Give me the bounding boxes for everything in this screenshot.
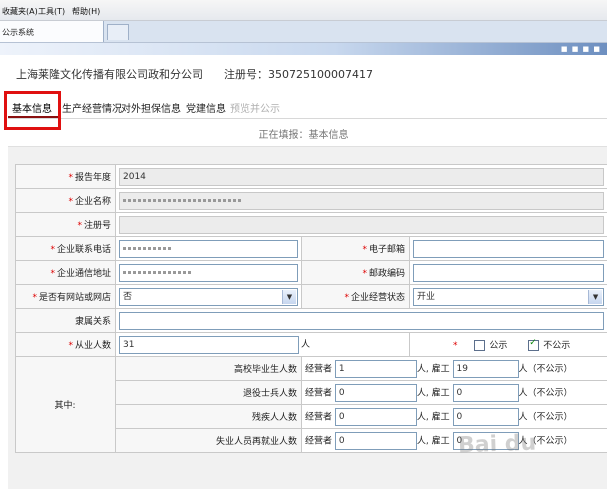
watermark-logo: Bai du [458,431,537,459]
postcode-input[interactable] [413,264,604,282]
company-name: 上海莱隆文化传播有限公司政和分公司 [16,66,203,82]
report-year-label: *报告年度 [16,165,116,189]
company-name-label: *企业名称 [16,189,116,213]
breakdown-row: 经营者 0人, 雇工 0人（不公示） [302,381,607,405]
menu-bar: 收藏夹(A) 工具(T) 帮助(H) [0,0,607,21]
filling-status: 正在填报：基本信息 [0,126,607,141]
phone-label: *企业联系电话 [16,237,116,261]
menu-help[interactable]: 帮助(H) [72,6,100,17]
phone-input[interactable] [119,240,298,258]
breakdown-row: 经营者 0人, 雇工 0人（不公示） [302,405,607,429]
reg-no-field [119,216,604,234]
website-select[interactable]: 否▼ [119,288,298,306]
private-checkbox[interactable] [528,340,539,351]
chevron-down-icon: ▼ [588,290,602,304]
operator-count-input[interactable]: 0 [335,384,417,402]
form-tab-bar: 基本信息 生产经营情况 对外担保信息 党建信息 预览并公示 [8,92,607,119]
browser-tab-strip: 公示系统 [0,21,607,43]
biz-status-label: *企业经营状态 [302,285,410,309]
annotation-highlight [4,91,61,130]
site-banner: ■ ■ ■ ■ [0,43,607,55]
breakdown-row-label: 失业人员再就业人数 [116,429,302,453]
website-label: *是否有网站或网店 [16,285,116,309]
company-name-field [119,192,604,210]
basic-info-form: *报告年度 2014 *企业名称 *注册号 *企业联系电话 *电子邮箱 *企业通… [15,164,607,453]
report-year-field: 2014 [119,168,604,186]
affiliation-label: 隶属关系 [16,309,116,333]
browser-tab-title: 公示系统 [2,27,34,38]
tab-production[interactable]: 生产经营情况 [62,100,122,115]
new-tab-button[interactable] [107,24,129,40]
employees-unit: 人 [301,340,310,350]
biz-status-select[interactable]: 开业▼ [413,288,604,306]
private-option-label: 不公示 [543,341,570,351]
operator-count-input[interactable]: 1 [335,360,417,378]
reg-no-label: *注册号 [16,213,116,237]
public-checkbox[interactable] [474,340,485,351]
breakdown-row-label: 高校毕业生人数 [116,357,302,381]
chevron-down-icon: ▼ [282,290,296,304]
breakdown-row: 经营者 1人, 雇工 19人（不公示） [302,357,607,381]
tab-guarantee[interactable]: 对外担保信息 [121,100,181,115]
address-label: *企业通信地址 [16,261,116,285]
employees-label: *从业人数 [16,333,116,357]
breakdown-label: 其中: [16,357,116,453]
publicity-options: * 公示 不公示 [410,333,607,357]
menu-favorites[interactable]: 收藏夹(A) [2,6,38,17]
email-input[interactable] [413,240,604,258]
operator-count-input[interactable]: 0 [335,432,417,450]
banner-decoration: ■ ■ ■ ■ [561,45,601,53]
breakdown-row-label: 退役士兵人数 [116,381,302,405]
browser-tab[interactable]: 公示系统 [0,21,104,42]
email-label: *电子邮箱 [302,237,410,261]
employee-count-input[interactable]: 19 [453,360,519,378]
address-input[interactable] [119,264,298,282]
tab-preview-publish: 预览并公示 [230,100,280,115]
menu-tools[interactable]: 工具(T) [38,6,65,17]
breakdown-row-label: 残疾人人数 [116,405,302,429]
postcode-label: *邮政编码 [302,261,410,285]
employee-count-input[interactable]: 0 [453,384,519,402]
tab-party-building[interactable]: 党建信息 [186,100,226,115]
affiliation-input[interactable] [119,312,604,330]
registration-number: 注册号：350725100007417 [224,66,373,82]
breakdown-row: 经营者 0人, 雇工 0人（不公示） [302,429,607,453]
public-option-label: 公示 [489,341,507,351]
operator-count-input[interactable]: 0 [335,408,417,426]
employee-count-input[interactable]: 0 [453,408,519,426]
employees-input[interactable]: 31 [119,336,299,354]
